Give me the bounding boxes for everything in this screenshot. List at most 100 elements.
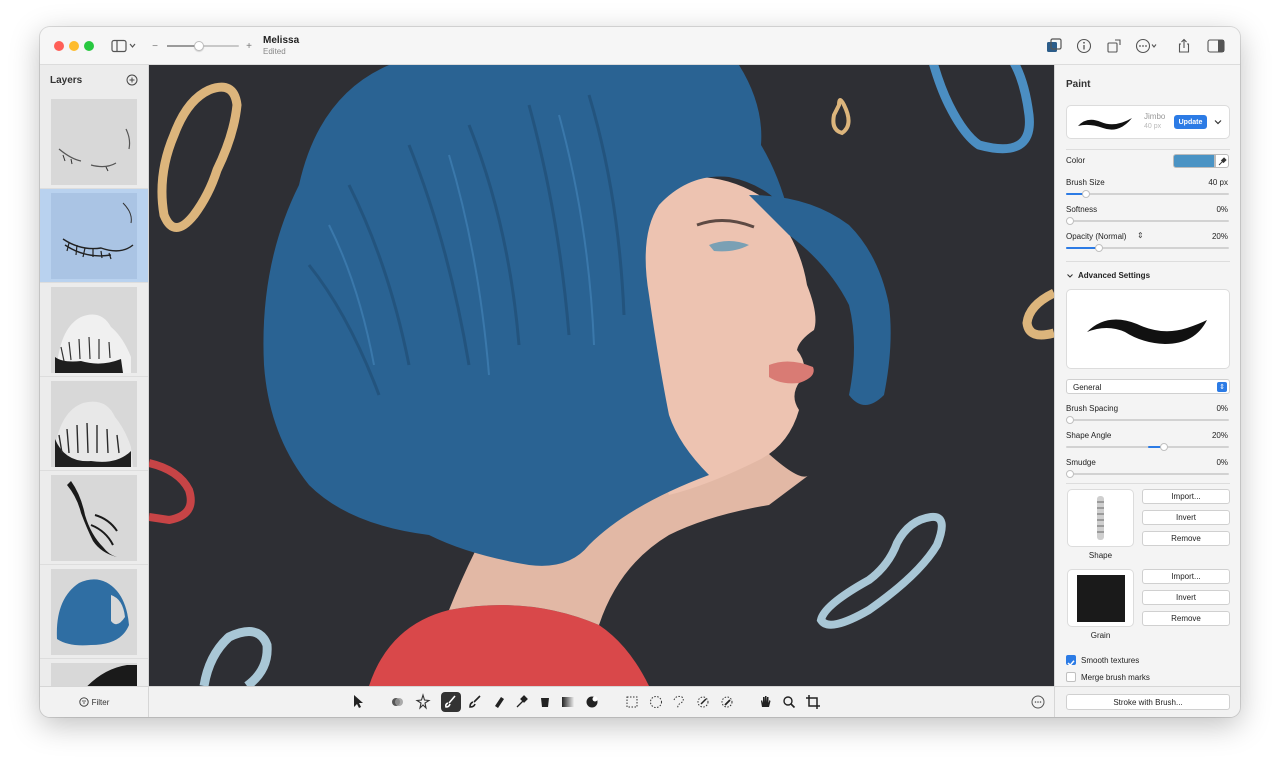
hand-icon[interactable] [755,692,775,712]
shape-angle-label: Shape Angle [1066,431,1112,440]
artwork-illustration [149,65,1054,686]
toolbar-more-icon[interactable] [1028,692,1048,712]
grain-label: Grain [1090,631,1111,640]
lasso-icon[interactable] [669,692,689,712]
select-icon[interactable] [348,692,368,712]
layer-thumbnail [51,662,137,686]
slider-knob[interactable] [1159,443,1168,451]
layers-style-icon[interactable] [1044,37,1064,55]
gradient-icon[interactable] [558,692,578,712]
shape-angle-slider[interactable] [1066,443,1229,451]
crop-icon[interactable] [803,692,823,712]
layer-item[interactable] [40,283,148,377]
shape-texture-preview [1067,489,1134,547]
magic-wand-icon[interactable] [693,692,713,712]
ellipse-select-icon[interactable] [646,692,666,712]
layer-item[interactable] [40,189,148,283]
grain-texture-preview [1067,569,1134,627]
paint-inspector: Paint Jimbo 40 px Update Color Brush Siz… [1054,65,1240,686]
quick-select-icon[interactable] [717,692,737,712]
canvas-artwork[interactable] [149,65,1054,686]
chevron-down-icon [1067,273,1073,278]
smudge-value: 0% [1216,458,1228,467]
magic-icon[interactable] [413,692,433,712]
layer-item[interactable] [40,377,148,471]
layer-item[interactable] [40,659,148,686]
zoom-slider-knob[interactable] [194,41,205,51]
slider-knob[interactable] [1066,470,1074,478]
panel-title: Paint [1066,79,1091,90]
smudge-slider[interactable] [1066,470,1229,478]
filter-button[interactable]: Filter [92,698,110,707]
divider [1066,261,1230,262]
brush-spacing-label: Brush Spacing [1066,404,1119,413]
shape-invert-button[interactable]: Invert [1142,510,1230,525]
rotate-icon[interactable] [1104,37,1124,55]
blend-icon[interactable] [388,692,408,712]
sidebar-toggle-icon[interactable] [110,37,138,55]
zoom-icon[interactable] [779,692,799,712]
slider-knob[interactable] [1081,190,1090,198]
layers-sidebar: Layers [40,65,149,686]
clone-icon[interactable] [582,692,602,712]
divider [1066,149,1230,150]
brush-spacing-slider[interactable] [1066,416,1229,424]
softness-slider[interactable] [1066,217,1229,225]
minimize-window-button[interactable] [69,41,79,51]
grain-invert-button[interactable]: Invert [1142,590,1230,605]
zoom-window-button[interactable] [84,41,94,51]
brush-icon[interactable] [465,692,485,712]
shape-import-button[interactable]: Import... [1142,489,1230,504]
layer-item[interactable] [40,565,148,659]
inspector-toggle-icon[interactable] [1206,37,1226,55]
info-icon[interactable] [1074,37,1094,55]
brush-preset-card[interactable]: Jimbo 40 px Update [1066,105,1230,139]
update-brush-button[interactable]: Update [1174,115,1207,129]
rect-select-icon[interactable] [622,692,642,712]
add-layer-icon[interactable] [126,74,138,86]
paintbrush-icon[interactable] [441,692,461,712]
opacity-slider[interactable] [1066,244,1229,252]
slider-knob[interactable] [1066,217,1074,225]
brush-size-label: Brush Size [1066,178,1105,187]
smooth-textures-checkbox[interactable] [1066,655,1076,667]
share-icon[interactable] [1174,37,1194,55]
brush-size-value: 40 px [1208,178,1228,187]
stroke-with-brush-button[interactable]: Stroke with Brush... [1066,694,1230,710]
divider [1066,483,1230,484]
layer-item[interactable] [40,471,148,565]
grain-import-button[interactable]: Import... [1142,569,1230,584]
brush-size-slider[interactable] [1066,190,1229,198]
opacity-mode-chevron-icon[interactable]: ⇕ [1137,231,1144,240]
smudge-label: Smudge [1066,458,1096,467]
brush-category-select[interactable]: General ⇕ [1066,379,1230,394]
slider-knob[interactable] [1094,244,1103,252]
app-window: − + Melissa Edited Layers Filter Paint J… [40,27,1240,717]
layer-item[interactable] [40,95,148,189]
opacity-label[interactable]: Opacity (Normal) [1066,232,1126,241]
more-options-icon[interactable] [1134,37,1160,55]
tools-bar [149,686,1054,717]
zoom-slider[interactable] [167,41,239,51]
brush-stroke-preview-icon [1078,118,1132,130]
eraser-icon[interactable] [489,692,509,712]
shape-remove-button[interactable]: Remove [1142,531,1230,546]
zoom-in-label[interactable]: + [244,37,254,55]
slider-knob[interactable] [1066,416,1074,424]
close-window-button[interactable] [54,41,64,51]
zoom-out-label[interactable]: − [150,37,160,55]
color-swatch[interactable] [1173,154,1215,168]
layer-thumbnail [51,568,137,655]
brush-category-value: General [1073,383,1102,392]
layers-footer: Filter [40,686,149,717]
fill-icon[interactable] [535,692,555,712]
filter-icon[interactable] [78,697,89,707]
layers-header: Layers [40,65,148,95]
eyedropper-icon[interactable] [511,692,531,712]
merge-brush-marks-checkbox[interactable] [1066,672,1076,682]
chevron-down-icon[interactable] [1213,117,1223,127]
brush-stroke-preview [1066,289,1230,369]
eyedropper-button[interactable] [1215,154,1229,168]
grain-remove-button[interactable]: Remove [1142,611,1230,626]
advanced-settings-toggle[interactable]: Advanced Settings [1066,271,1150,280]
